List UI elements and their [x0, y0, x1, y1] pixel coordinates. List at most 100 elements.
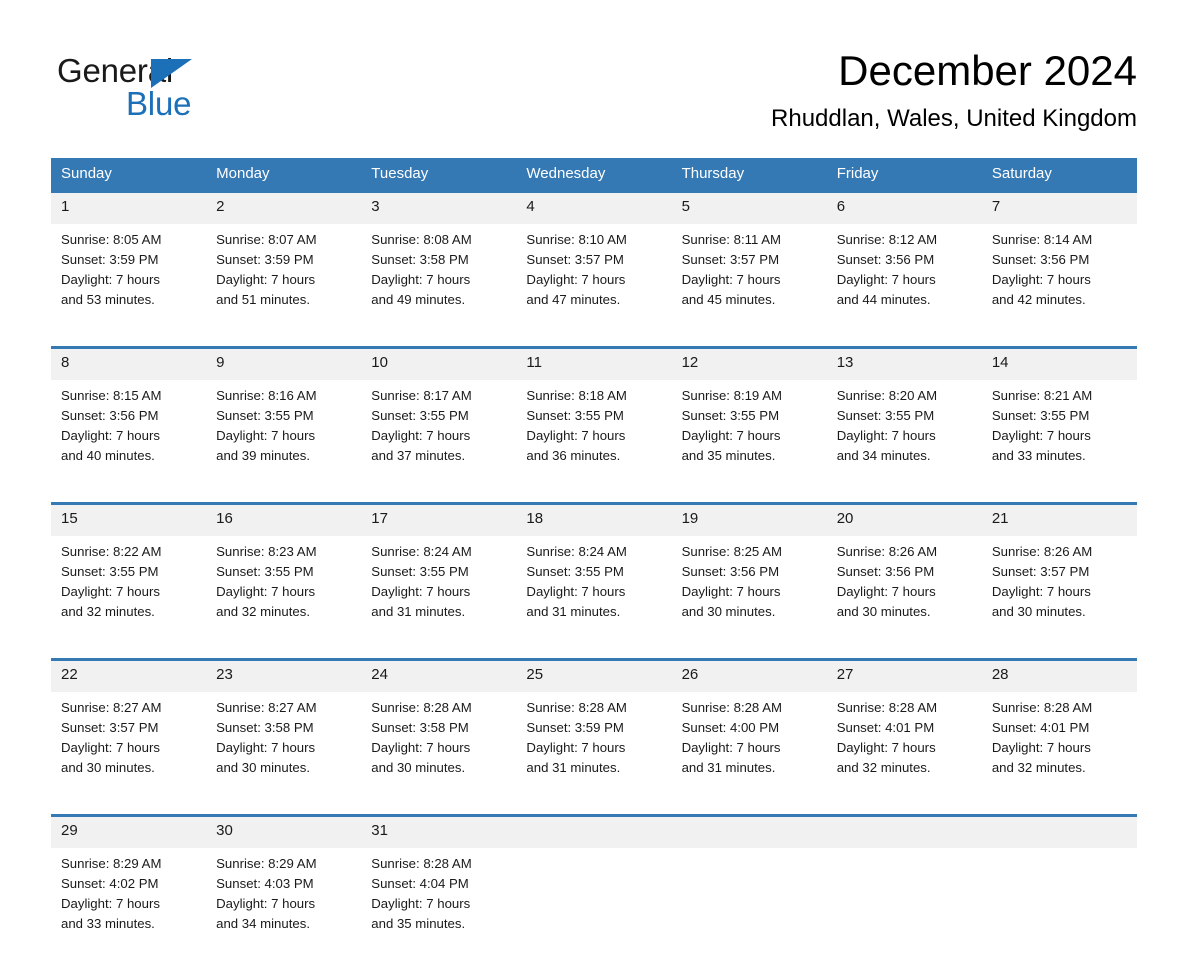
day-daylight-line1-text: Daylight: 7 hours: [526, 428, 626, 443]
day-number-cell[interactable]: 20: [826, 505, 982, 536]
day-number-cell[interactable]: 28: [981, 661, 1137, 692]
day-daylight-line1-text: Daylight: 7 hours: [526, 740, 626, 755]
day-number-cell[interactable]: 24: [361, 661, 517, 692]
day-detail-cell[interactable]: Sunrise: 8:28 AM Sunset: 4:00 PM Daylight:…: [671, 692, 827, 802]
day-number-cell[interactable]: 10: [361, 349, 517, 380]
day-detail-cell[interactable]: Sunrise: 8:17 AM Sunset: 3:55 PM Daylight:…: [361, 380, 517, 490]
day-number-cell[interactable]: 3: [361, 193, 517, 224]
day-number-cell[interactable]: 23: [206, 661, 362, 692]
day-daylight-line1-text: Daylight: 7 hours: [61, 740, 160, 755]
day-detail-cell[interactable]: Sunrise: 8:27 AM Sunset: 3:58 PM Daylight:…: [206, 692, 362, 802]
day-detail-cell[interactable]: Sunrise: 8:25 AM Sunset: 3:56 PM Daylight:…: [671, 536, 827, 646]
day-number-cell[interactable]: 2: [206, 193, 362, 224]
day-number-cell[interactable]: 31: [361, 817, 517, 848]
day-daylight-line1-text: Daylight: 7 hours: [371, 428, 471, 443]
day-detail-cell[interactable]: Sunrise: 8:29 AM Sunset: 4:02 PM Daylight:…: [51, 848, 207, 958]
day-number-cell[interactable]: 4: [516, 193, 672, 224]
day-number-cell[interactable]: 7: [981, 193, 1137, 224]
day-number-cell[interactable]: 26: [671, 661, 827, 692]
day-number-cell[interactable]: 18: [516, 505, 672, 536]
day-detail-cell[interactable]: Sunrise: 8:22 AM Sunset: 3:55 PM Daylight:…: [51, 536, 207, 646]
calendar-header-row: Sunday Monday Tuesday Wednesday Thursday…: [51, 158, 1137, 190]
day-number-cell[interactable]: 5: [671, 193, 827, 224]
day-number-cell[interactable]: 13: [826, 349, 982, 380]
day-daylight-line2-text: and 51 minutes.: [216, 292, 310, 307]
day-detail-cell[interactable]: [826, 848, 982, 958]
day-detail-cell[interactable]: [981, 848, 1137, 958]
day-detail-cell[interactable]: Sunrise: 8:24 AM Sunset: 3:55 PM Daylight:…: [361, 536, 517, 646]
day-daylight-line2-text: and 30 minutes.: [216, 760, 310, 775]
day-daylight-line1-text: Daylight: 7 hours: [681, 740, 781, 755]
day-daylight-line2-text: and 36 minutes.: [526, 448, 621, 463]
day-sunrise-text: Sunrise: 8:20 AM: [836, 388, 938, 403]
day-sunset-text: Sunset: 3:57 PM: [681, 252, 780, 267]
day-number-cell[interactable]: 8: [51, 349, 207, 380]
day-number-cell[interactable]: 9: [206, 349, 362, 380]
day-detail-cell[interactable]: Sunrise: 8:28 AM Sunset: 4:01 PM Daylight:…: [826, 692, 982, 802]
day-sunrise-text: Sunrise: 8:24 AM: [371, 544, 472, 559]
day-sunset-text: Sunset: 3:55 PM: [371, 564, 469, 579]
day-detail-cell[interactable]: Sunrise: 8:24 AM Sunset: 3:55 PM Daylight:…: [516, 536, 672, 646]
day-detail-cell[interactable]: [671, 848, 827, 958]
day-detail-cell[interactable]: [516, 848, 672, 958]
day-detail-cell[interactable]: Sunrise: 8:20 AM Sunset: 3:55 PM Daylight:…: [826, 380, 982, 490]
day-number-cell[interactable]: 30: [206, 817, 362, 848]
week-spacer: [51, 334, 1137, 346]
day-daylight-line1-text: Daylight: 7 hours: [836, 272, 936, 287]
day-detail-cell[interactable]: Sunrise: 8:07 AM Sunset: 3:59 PM Daylight:…: [206, 224, 362, 334]
day-number-cell[interactable]: 19: [671, 505, 827, 536]
day-sunrise-text: Sunrise: 8:10 AM: [526, 232, 627, 247]
day-sunset-text: Sunset: 4:00 PM: [681, 720, 780, 735]
day-detail-cell[interactable]: Sunrise: 8:14 AM Sunset: 3:56 PM Daylight:…: [981, 224, 1137, 334]
day-detail-cell[interactable]: Sunrise: 8:28 AM Sunset: 3:58 PM Daylight:…: [361, 692, 517, 802]
day-number-cell[interactable]: 22: [51, 661, 207, 692]
day-detail-cell[interactable]: Sunrise: 8:28 AM Sunset: 3:59 PM Daylight:…: [516, 692, 672, 802]
day-detail-cell[interactable]: Sunrise: 8:26 AM Sunset: 3:57 PM Daylight:…: [981, 536, 1137, 646]
day-number-cell[interactable]: [981, 817, 1137, 848]
day-detail-cell[interactable]: Sunrise: 8:23 AM Sunset: 3:55 PM Daylight:…: [206, 536, 362, 646]
general-blue-logo[interactable]: General Blue: [57, 52, 297, 122]
day-number-cell[interactable]: [671, 817, 827, 848]
day-detail-cell[interactable]: Sunrise: 8:29 AM Sunset: 4:03 PM Daylight:…: [206, 848, 362, 958]
day-detail-cell[interactable]: Sunrise: 8:21 AM Sunset: 3:55 PM Daylight:…: [981, 380, 1137, 490]
day-number-cell[interactable]: 1: [51, 193, 207, 224]
day-detail-cell[interactable]: Sunrise: 8:16 AM Sunset: 3:55 PM Daylight:…: [206, 380, 362, 490]
day-number-cell[interactable]: [826, 817, 982, 848]
day-detail-cell[interactable]: Sunrise: 8:11 AM Sunset: 3:57 PM Daylight:…: [671, 224, 827, 334]
weekday-header-thursday: Thursday: [671, 158, 827, 190]
day-number-cell[interactable]: 14: [981, 349, 1137, 380]
day-sunrise-text: Sunrise: 8:26 AM: [836, 544, 938, 559]
day-number-cell[interactable]: 17: [361, 505, 517, 536]
day-number-cell[interactable]: 21: [981, 505, 1137, 536]
day-detail-cell[interactable]: Sunrise: 8:27 AM Sunset: 3:57 PM Daylight:…: [51, 692, 207, 802]
day-detail-cell[interactable]: Sunrise: 8:12 AM Sunset: 3:56 PM Daylight:…: [826, 224, 982, 334]
week-spacer-cell: [51, 802, 1137, 814]
day-detail-cell[interactable]: Sunrise: 8:05 AM Sunset: 3:59 PM Daylight:…: [51, 224, 207, 334]
day-number-cell[interactable]: 16: [206, 505, 362, 536]
day-detail-cell[interactable]: Sunrise: 8:18 AM Sunset: 3:55 PM Daylight:…: [516, 380, 672, 490]
day-number-cell[interactable]: 12: [671, 349, 827, 380]
day-number-cell[interactable]: [516, 817, 672, 848]
day-detail-cell[interactable]: Sunrise: 8:15 AM Sunset: 3:56 PM Daylight:…: [51, 380, 207, 490]
day-detail-cell[interactable]: Sunrise: 8:26 AM Sunset: 3:56 PM Daylight:…: [826, 536, 982, 646]
day-detail-cell[interactable]: Sunrise: 8:08 AM Sunset: 3:58 PM Daylight:…: [361, 224, 517, 334]
week-spacer-cell: [51, 646, 1137, 658]
day-daylight-line1-text: Daylight: 7 hours: [371, 272, 471, 287]
day-daylight-line2-text: and 49 minutes.: [371, 292, 466, 307]
day-detail-cell[interactable]: Sunrise: 8:19 AM Sunset: 3:55 PM Daylight:…: [671, 380, 827, 490]
day-detail-cell[interactable]: Sunrise: 8:28 AM Sunset: 4:01 PM Daylight:…: [981, 692, 1137, 802]
day-daylight-line1-text: Daylight: 7 hours: [836, 740, 936, 755]
day-number-cell[interactable]: 15: [51, 505, 207, 536]
page-title: December 2024: [838, 47, 1137, 94]
day-number-cell[interactable]: 11: [516, 349, 672, 380]
day-detail-cell[interactable]: Sunrise: 8:28 AM Sunset: 4:04 PM Daylight:…: [361, 848, 517, 958]
day-number-cell[interactable]: 6: [826, 193, 982, 224]
day-number-cell[interactable]: 25: [516, 661, 672, 692]
day-number-cell[interactable]: 27: [826, 661, 982, 692]
day-detail-cell[interactable]: Sunrise: 8:10 AM Sunset: 3:57 PM Daylight:…: [516, 224, 672, 334]
day-detail-row: Sunrise: 8:05 AM Sunset: 3:59 PM Daylight:…: [51, 224, 1137, 334]
day-daylight-line2-text: and 31 minutes.: [681, 760, 776, 775]
day-sunrise-text: Sunrise: 8:27 AM: [216, 700, 317, 715]
day-number-cell[interactable]: 29: [51, 817, 207, 848]
day-number-row: 8 9 10 11 12 13 14: [51, 349, 1137, 380]
